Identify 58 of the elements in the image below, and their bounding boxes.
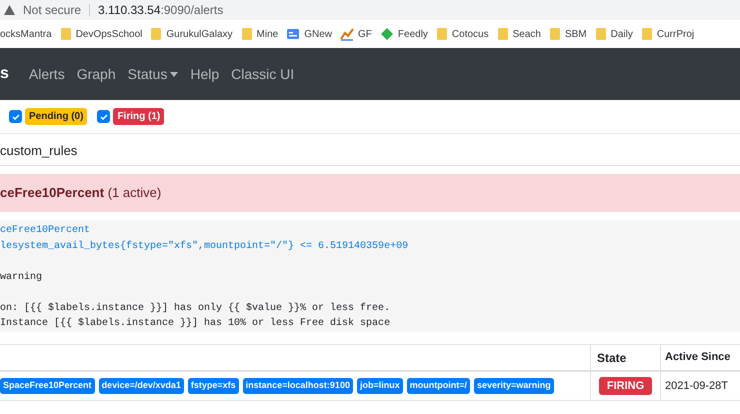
bookmark[interactable]: Mine xyxy=(240,26,278,42)
bookmark[interactable]: GNew xyxy=(286,26,332,42)
firing-badge: FIRING xyxy=(598,376,652,396)
nav-link[interactable]: Status xyxy=(128,64,178,84)
label-badge: mountpoint=/ xyxy=(406,378,470,394)
folder-icon xyxy=(548,27,561,41)
label-badge: severity=warning xyxy=(474,378,554,394)
folder-icon xyxy=(594,27,607,41)
folder-icon xyxy=(436,27,448,41)
news-icon xyxy=(286,27,300,41)
leaf-icon xyxy=(380,27,394,41)
alert-header[interactable]: ceFree10Percent (1 active) xyxy=(0,174,740,212)
checkbox[interactable] xyxy=(97,110,110,123)
folder-icon xyxy=(240,27,253,41)
label-badge: SpaceFree10Percent xyxy=(0,378,95,394)
address-bar[interactable]: Not secure 3.110.33.54:9090/alerts xyxy=(0,0,740,20)
security-label: Not secure xyxy=(23,2,82,19)
bookmark[interactable]: SBM xyxy=(548,26,587,42)
chart-icon xyxy=(340,27,354,41)
warning-icon xyxy=(4,5,15,15)
alert-name: ceFree10Percent (1 active) xyxy=(0,184,162,202)
rule-link[interactable]: lesystem_avail_bytes{fstype="xfs",mountpoint="/"} <= 6.519140359e+09 xyxy=(0,240,408,252)
state-badge: Firing (1) xyxy=(113,108,164,125)
nav-link[interactable]: Classic UI xyxy=(231,64,294,84)
column-header: Active Since xyxy=(665,350,730,366)
column-header: State xyxy=(597,350,626,366)
folder-icon xyxy=(640,27,653,41)
folder-icon xyxy=(60,27,72,41)
label-badge: device=/dev/xvda1 xyxy=(98,378,184,394)
checkbox[interactable] xyxy=(9,110,22,123)
rule-text: Instance [{{ $labels.instance }}] has 10% or less Free disk space xyxy=(0,318,390,329)
bookmark[interactable]: GurukulGalaxy xyxy=(150,26,233,42)
label-badge: job=linux xyxy=(356,378,403,394)
check-icon xyxy=(100,114,108,120)
state-badge: Pending (0) xyxy=(25,108,88,125)
folder-icon xyxy=(496,27,509,41)
label-badge: instance=localhost:9100 xyxy=(242,378,353,394)
table-cell-text: 2021-09-28T xyxy=(665,378,728,394)
bookmark[interactable]: ocksMantra xyxy=(0,26,52,42)
rule-text: on: [{{ $labels.instance }}] has only {{ $value }}% or less free. xyxy=(0,302,390,314)
url-text: 3.110.33.54:9090/alerts xyxy=(98,2,224,19)
bookmark[interactable]: Cotocus xyxy=(436,26,489,42)
rule-link[interactable]: ceFree10Percent xyxy=(0,225,90,236)
rule-text: warning xyxy=(0,272,42,282)
group-name: custom_rules xyxy=(0,142,78,160)
folder-icon xyxy=(150,27,162,41)
nav-link[interactable]: Alerts xyxy=(28,64,65,84)
bookmark[interactable]: Feedly xyxy=(380,26,428,42)
check-icon xyxy=(12,114,20,120)
bookmark[interactable]: Daily xyxy=(594,26,633,42)
bookmark[interactable]: CurrProj xyxy=(640,26,694,42)
nav-link[interactable]: Graph xyxy=(76,64,116,84)
bookmark[interactable]: DevOpsSchool xyxy=(60,26,142,42)
nav-link[interactable]: Help xyxy=(190,64,220,84)
bookmark[interactable]: Seach xyxy=(496,26,541,42)
label-badge: fstype=xfs xyxy=(188,378,239,394)
bookmark[interactable]: GF xyxy=(340,26,372,42)
brand-text[interactable]: s xyxy=(0,62,9,86)
